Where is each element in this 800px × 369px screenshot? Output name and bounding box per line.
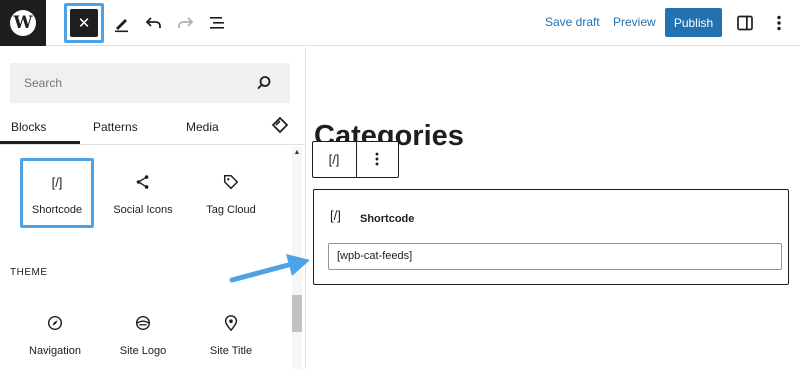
editor-top-toolbar: W ✕ Save draft Preview Publish	[0, 0, 800, 46]
search-icon[interactable]	[254, 73, 274, 93]
scroll-up-arrow-icon[interactable]: ▲	[292, 149, 302, 159]
redo-icon[interactable]	[173, 11, 197, 35]
wordpress-logo-icon: W	[10, 10, 36, 36]
block-item-navigation[interactable]: Navigation	[15, 311, 95, 357]
preview-button[interactable]: Preview	[613, 15, 656, 29]
block-options-icon[interactable]	[365, 149, 389, 169]
inserter-tabs: Blocks Patterns Media	[0, 109, 305, 145]
settings-sidebar-icon[interactable]	[733, 11, 757, 35]
block-item-label: Social Icons	[113, 204, 173, 216]
toolbar-divider	[356, 142, 357, 177]
block-item-label: Navigation	[29, 345, 81, 357]
block-item-site-logo[interactable]: Site Logo	[103, 311, 183, 357]
save-draft-button[interactable]: Save draft	[545, 15, 600, 29]
share-icon	[103, 170, 183, 194]
shortcode-block[interactable]: [/] Shortcode [wpb-cat-feeds]	[313, 189, 789, 285]
pencil-icon[interactable]	[110, 11, 134, 35]
diamond-icon[interactable]	[270, 115, 290, 135]
block-search-input[interactable]: Search	[10, 63, 290, 103]
tab-media[interactable]: Media	[186, 120, 219, 134]
site-logo-icon	[103, 311, 183, 335]
shortcode-input[interactable]: [wpb-cat-feeds]	[328, 243, 782, 270]
close-inserter-highlight: ✕	[64, 3, 104, 43]
undo-icon[interactable]	[142, 11, 166, 35]
block-item-social-icons[interactable]: Social Icons	[103, 170, 183, 216]
shortcode-icon: [/]	[330, 208, 341, 223]
block-item-tag-cloud[interactable]: Tag Cloud	[191, 170, 271, 216]
compass-icon	[15, 311, 95, 335]
theme-section-heading: THEME	[10, 267, 48, 278]
wordpress-logo-button[interactable]: W	[0, 0, 46, 46]
active-tab-indicator	[0, 141, 80, 144]
block-type-shortcode-icon[interactable]: [/]	[322, 149, 346, 169]
block-item-label: Tag Cloud	[206, 204, 256, 216]
more-options-icon[interactable]	[767, 11, 791, 35]
search-placeholder: Search	[24, 76, 63, 90]
block-item-shortcode[interactable]: [/] Shortcode	[17, 170, 97, 217]
shortcode-block-title: Shortcode	[360, 213, 415, 225]
close-inserter-button[interactable]: ✕	[70, 9, 98, 37]
block-item-label: Site Logo	[119, 345, 167, 357]
map-pin-icon	[191, 311, 271, 335]
block-inserter-panel: Search Blocks Patterns Media [/] Shortco…	[0, 47, 306, 369]
block-toolbar: [/]	[312, 141, 399, 178]
annotation-arrow-icon	[229, 254, 310, 283]
list-view-icon[interactable]	[205, 11, 229, 35]
block-item-site-title[interactable]: Site Title	[191, 311, 271, 357]
tab-blocks[interactable]: Blocks	[11, 120, 46, 134]
block-item-label: Shortcode	[31, 204, 83, 216]
shortcode-icon: [/]	[51, 174, 63, 190]
scrollbar-thumb[interactable]	[292, 295, 302, 332]
publish-button[interactable]: Publish	[665, 8, 722, 37]
block-item-label: Site Title	[209, 345, 253, 357]
tab-patterns[interactable]: Patterns	[93, 120, 138, 134]
tag-icon	[191, 170, 271, 194]
